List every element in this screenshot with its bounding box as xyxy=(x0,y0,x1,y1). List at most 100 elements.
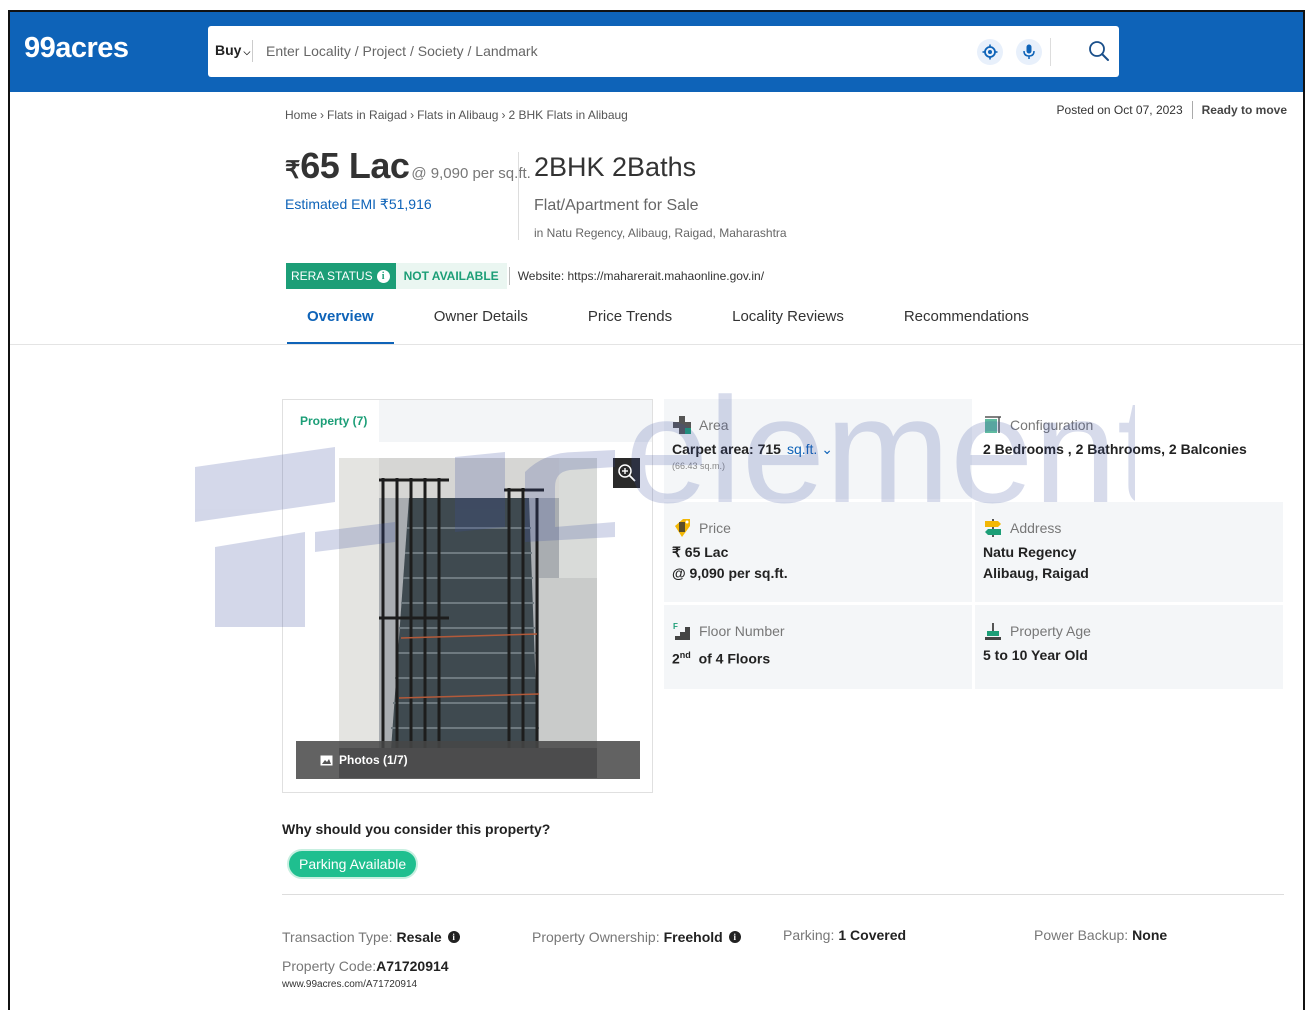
search-divider-2 xyxy=(1050,38,1051,66)
power-backup-value: None xyxy=(1132,927,1168,943)
breadcrumb-raigad[interactable]: Flats in Raigad xyxy=(327,108,407,122)
parking-available-chip: Parking Available xyxy=(287,849,419,879)
search-divider xyxy=(252,40,253,62)
svg-text:F: F xyxy=(673,622,678,631)
feature-age-label: Property Age xyxy=(983,621,1283,641)
feature-floor-label: F Floor Number xyxy=(672,621,972,641)
property-url[interactable]: www.99acres.com/A71720914 xyxy=(282,979,417,990)
floor-icon: F xyxy=(673,622,690,640)
ownership-value: Freehold xyxy=(663,929,723,945)
address-line-2: Alibaug, Raigad xyxy=(983,565,1089,581)
property-photo[interactable] xyxy=(339,458,597,778)
rera-divider xyxy=(508,267,510,285)
microphone-icon xyxy=(1023,44,1035,59)
feature-property-age: Property Age 5 to 10 Year Old xyxy=(975,605,1283,689)
section-divider xyxy=(282,894,1284,895)
configuration-icon xyxy=(985,416,1001,433)
photo-counter-bar[interactable]: Photos (1/7) xyxy=(296,741,640,779)
listing-type: Flat/Apartment for Sale xyxy=(534,197,699,214)
breadcrumb-separator: › xyxy=(320,108,325,122)
total-floors: of 4 Floors xyxy=(698,650,771,667)
info-icon[interactable]: i xyxy=(728,931,741,943)
breadcrumb-separator: › xyxy=(410,108,415,122)
feature-address-value: Natu Regency Alibaug, Raigad xyxy=(983,542,1283,584)
address-label-text: Address xyxy=(1010,520,1062,536)
floor-suffix: nd xyxy=(679,650,691,660)
address-line-1: Natu Regency xyxy=(983,544,1077,560)
feature-area: Area Carpet area: 715 sq.ft. ⌄ (66.43 sq.… xyxy=(664,399,972,499)
area-unit-dropdown[interactable]: sq.ft. ⌄ xyxy=(787,441,833,457)
buy-dropdown[interactable]: Buy ⌵ xyxy=(215,42,250,58)
posted-date: Posted on Oct 07, 2023 xyxy=(1056,103,1183,117)
tab-price-trends[interactable]: Price Trends xyxy=(568,304,692,344)
floor-label-text: Floor Number xyxy=(699,623,785,639)
top-header: 99acres Buy ⌵ xyxy=(10,12,1303,92)
feature-address: Address Natu Regency Alibaug, Raigad xyxy=(975,502,1283,602)
property-features: Area Carpet area: 715 sq.ft. ⌄ (66.43 sq.… xyxy=(664,399,1283,689)
transaction-type: Transaction Type: Resale i xyxy=(282,929,460,945)
building-age-icon xyxy=(985,623,1001,640)
feature-floor: F Floor Number 2nd of 4 Floors xyxy=(664,605,972,689)
locate-me-button[interactable] xyxy=(977,39,1003,65)
tab-owner-details[interactable]: Owner Details xyxy=(414,304,548,344)
tab-recommendations[interactable]: Recommendations xyxy=(884,304,1049,344)
rera-badge-label: RERA STATUS xyxy=(291,269,373,283)
feature-configuration: Configuration 2 Bedrooms , 2 Bathrooms, … xyxy=(975,399,1283,499)
configuration-label-text: Configuration xyxy=(1010,417,1094,433)
age-label-text: Property Age xyxy=(1010,623,1091,639)
posted-info: Posted on Oct 07, 2023 Ready to move xyxy=(1057,101,1287,119)
tabs-underline xyxy=(10,344,1303,345)
feature-area-value: Carpet area: 715 sq.ft. ⌄ xyxy=(672,439,972,460)
breadcrumb-home[interactable]: Home xyxy=(285,108,317,122)
search-input[interactable] xyxy=(266,38,946,64)
area-unit-label: sq.ft. xyxy=(786,441,818,457)
tab-overview[interactable]: Overview xyxy=(287,304,394,345)
photo-tab-property[interactable]: Property (7) xyxy=(283,400,379,442)
breadcrumb-alibaug[interactable]: Flats in Alibaug xyxy=(417,108,498,122)
feature-price-rate: @ 9,090 per sq.ft. xyxy=(672,565,788,581)
feature-area-label: Area xyxy=(672,415,972,435)
search-submit-button[interactable] xyxy=(1084,36,1114,66)
property-locality: in Natu Regency, Alibaug, Raigad, Mahara… xyxy=(534,226,787,240)
area-label-text: Area xyxy=(699,417,729,433)
rera-website[interactable]: Website: https://maharerait.mahaonline.g… xyxy=(518,269,764,283)
info-icon[interactable]: i xyxy=(376,269,390,283)
rera-badge: RERA STATUS i xyxy=(286,263,396,289)
price-heading: ₹ 65 Lac @ 9,090 per sq.ft. xyxy=(285,145,531,187)
rera-status-row: RERA STATUS i NOT AVAILABLE Website: htt… xyxy=(286,263,764,289)
breadcrumb-2bhk-alibaug[interactable]: 2 BHK Flats in Alibaug xyxy=(508,108,627,122)
image-icon xyxy=(320,755,333,765)
zoom-button[interactable] xyxy=(613,458,640,488)
voice-search-button[interactable] xyxy=(1016,39,1042,65)
buy-label: Buy xyxy=(215,42,242,58)
area-sqm: (66.43 sq.m.) xyxy=(672,461,726,471)
zoom-in-icon xyxy=(617,464,636,482)
feature-price-value: ₹ 65 Lac @ 9,090 per sq.ft. xyxy=(672,542,972,584)
feature-configuration-value: 2 Bedrooms , 2 Bathrooms, 2 Balconies xyxy=(983,441,1247,457)
power-backup-label: Power Backup: xyxy=(1034,927,1129,943)
feature-price-label: Price xyxy=(672,518,972,538)
chevron-down-icon: ⌵ xyxy=(243,47,251,57)
property-code: Property Code:A71720914 xyxy=(282,958,449,974)
info-icon[interactable]: i xyxy=(447,931,460,943)
transaction-type-label: Transaction Type: xyxy=(282,929,393,945)
search-icon xyxy=(1089,41,1109,61)
price-tag-icon xyxy=(675,519,690,537)
site-logo[interactable]: 99acres xyxy=(24,32,129,65)
estimated-emi-link[interactable]: Estimated EMI ₹51,916 xyxy=(285,196,432,213)
photo-tab-bar xyxy=(379,400,652,442)
property-ownership: Property Ownership: Freehold i xyxy=(532,929,741,945)
search-bar: Buy ⌵ xyxy=(208,26,1119,77)
feature-age-value: 5 to 10 Year Old xyxy=(983,647,1088,663)
feature-price-amount: ₹ 65 Lac xyxy=(672,544,729,560)
feature-price: Price ₹ 65 Lac @ 9,090 per sq.ft. xyxy=(664,502,972,602)
feature-configuration-label: Configuration xyxy=(983,415,1283,435)
chevron-down-icon: ⌄ xyxy=(817,441,833,457)
section-tabs: Overview Owner Details Price Trends Loca… xyxy=(287,304,1069,345)
tab-locality-reviews[interactable]: Locality Reviews xyxy=(712,304,864,344)
power-backup: Power Backup: None xyxy=(1034,927,1167,943)
price-per-sqft: @ 9,090 per sq.ft. xyxy=(411,165,531,182)
price-label-text: Price xyxy=(699,520,731,536)
feature-floor-value: 2nd of 4 Floors xyxy=(672,645,972,670)
carpet-area-value: Carpet area: 715 xyxy=(672,441,781,457)
